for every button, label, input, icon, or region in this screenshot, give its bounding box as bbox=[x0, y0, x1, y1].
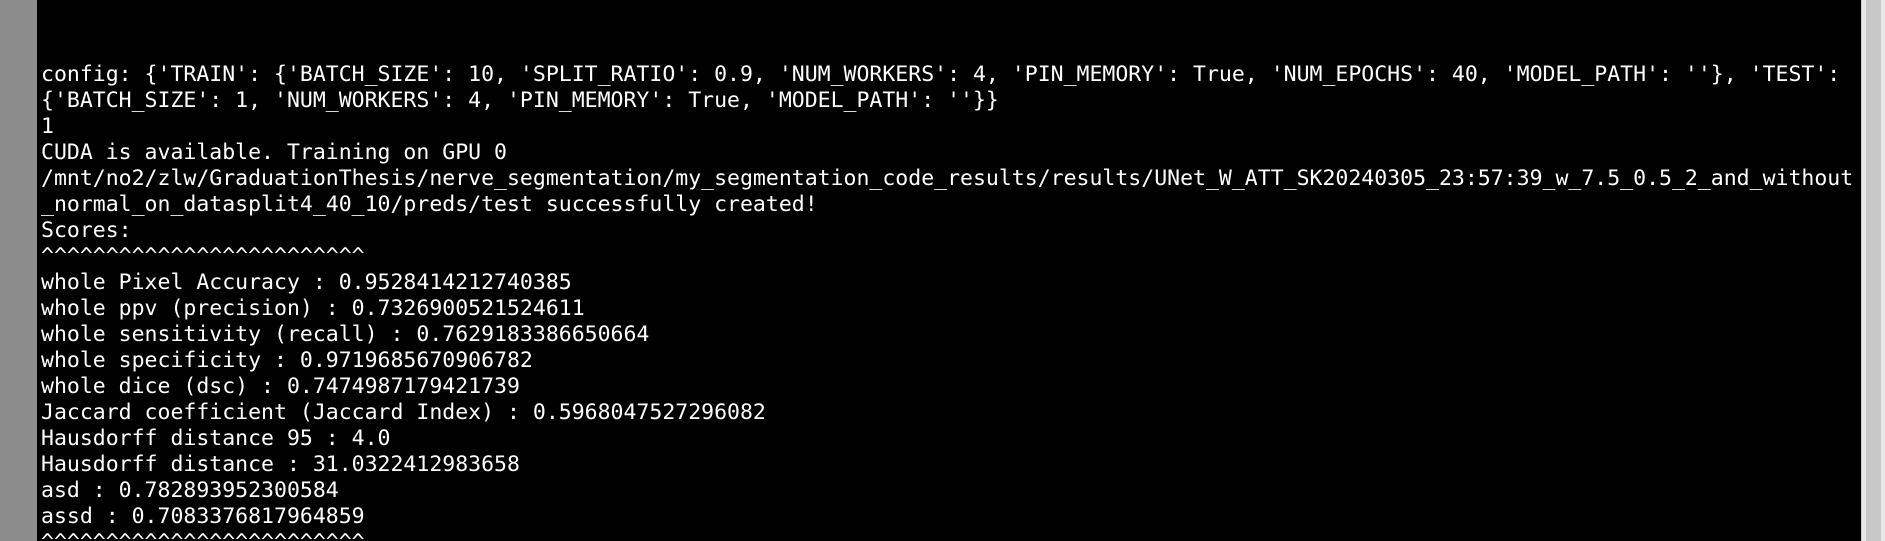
left-window-edge bbox=[0, 0, 38, 541]
output-line-specificity: whole specificity : 0.9719685670906782 bbox=[41, 348, 533, 373]
output-line-jaccard: Jaccard coefficient (Jaccard Index) : 0.… bbox=[41, 400, 766, 425]
output-line-cuda-status: CUDA is available. Training on GPU 0 bbox=[41, 140, 507, 165]
output-line-scores-heading: Scores: bbox=[41, 218, 132, 243]
output-line-config-2: {'BATCH_SIZE': 1, 'NUM_WORKERS': 4, 'PIN… bbox=[41, 88, 999, 113]
output-line-separator-bottom: ^^^^^^^^^^^^^^^^^^^^^^^^^ bbox=[41, 530, 1853, 541]
output-line-hausdorff-95: Hausdorff distance 95 : 4.0 bbox=[41, 426, 391, 451]
output-line-pixel-accuracy: whole Pixel Accuracy : 0.952841421274038… bbox=[41, 270, 572, 295]
scrollbar-thumb[interactable] bbox=[1866, 0, 1881, 541]
terminal-window: config: {'TRAIN': {'BATCH_SIZE': 10, 'SP… bbox=[0, 0, 1885, 541]
output-line-sensitivity: whole sensitivity (recall) : 0.762918338… bbox=[41, 322, 650, 347]
terminal-output-area[interactable]: config: {'TRAIN': {'BATCH_SIZE': 10, 'SP… bbox=[37, 0, 1861, 541]
output-line-hausdorff: Hausdorff distance : 31.0322412983658 bbox=[41, 452, 520, 477]
terminal-output: config: {'TRAIN': {'BATCH_SIZE': 10, 'SP… bbox=[41, 62, 1853, 541]
output-line-asd: asd : 0.782893952300584 bbox=[41, 478, 339, 503]
output-line-path-2: _normal_on_datasplit4_40_10/preds/test s… bbox=[41, 192, 818, 217]
output-line-separator-top: ^^^^^^^^^^^^^^^^^^^^^^^^^ bbox=[41, 244, 365, 269]
output-line-value: 1 bbox=[41, 114, 54, 139]
output-line-assd: assd : 0.7083376817964859 bbox=[41, 504, 365, 529]
vertical-scrollbar[interactable] bbox=[1861, 0, 1885, 541]
output-line-dice: whole dice (dsc) : 0.7474987179421739 bbox=[41, 374, 520, 399]
output-line-ppv: whole ppv (precision) : 0.73269005215246… bbox=[41, 296, 585, 321]
output-line-path-1: /mnt/no2/zlw/GraduationThesis/nerve_segm… bbox=[41, 166, 1854, 191]
output-line-config-1: config: {'TRAIN': {'BATCH_SIZE': 10, 'SP… bbox=[41, 62, 1841, 87]
